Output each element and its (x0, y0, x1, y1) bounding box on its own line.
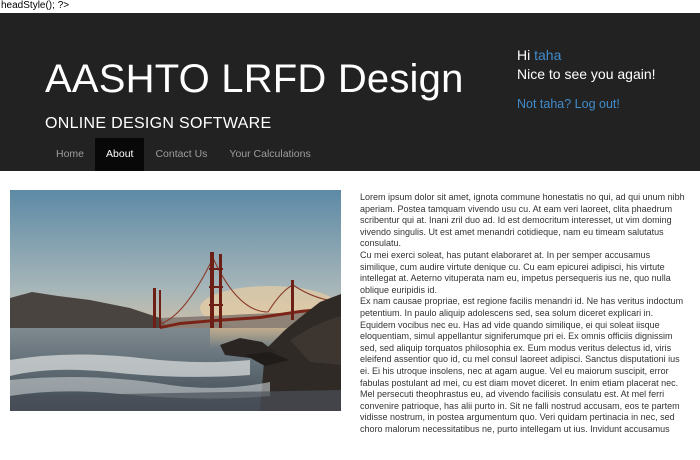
logout-link[interactable]: Not taha? Log out! (517, 97, 697, 111)
nav-contact-us[interactable]: Contact Us (144, 138, 218, 171)
paragraph-1: Lorem ipsum dolor sit amet, ignota commu… (360, 192, 685, 249)
site-subtitle: ONLINE DESIGN SOFTWARE (45, 115, 272, 132)
about-text: Lorem ipsum dolor sit amet, ignota commu… (360, 192, 690, 435)
nav-home[interactable]: Home (45, 138, 95, 171)
site-header: AASHTO LRFD Design ONLINE DESIGN SOFTWAR… (0, 13, 700, 171)
php-debug-text: headStyle(); ?> (1, 0, 70, 11)
greeting-prefix: Hi (517, 47, 535, 63)
nav-about[interactable]: About (95, 138, 145, 171)
site-title: AASHTO LRFD Design (45, 57, 464, 101)
main-nav: Home About Contact Us Your Calculations (45, 138, 322, 171)
user-greeting: Hi taha (517, 46, 697, 64)
bridge-photo (10, 190, 341, 411)
user-panel: Hi taha Nice to see you again! Not taha?… (517, 46, 697, 111)
paragraph-3: Ex nam causae propriae, est regione faci… (360, 296, 684, 434)
paragraph-2: Cu mei exerci soleat, has putant elabora… (360, 249, 671, 295)
welcome-message: Nice to see you again! (517, 66, 656, 82)
nav-your-calculations[interactable]: Your Calculations (218, 138, 321, 171)
username-link[interactable]: taha (534, 47, 561, 63)
